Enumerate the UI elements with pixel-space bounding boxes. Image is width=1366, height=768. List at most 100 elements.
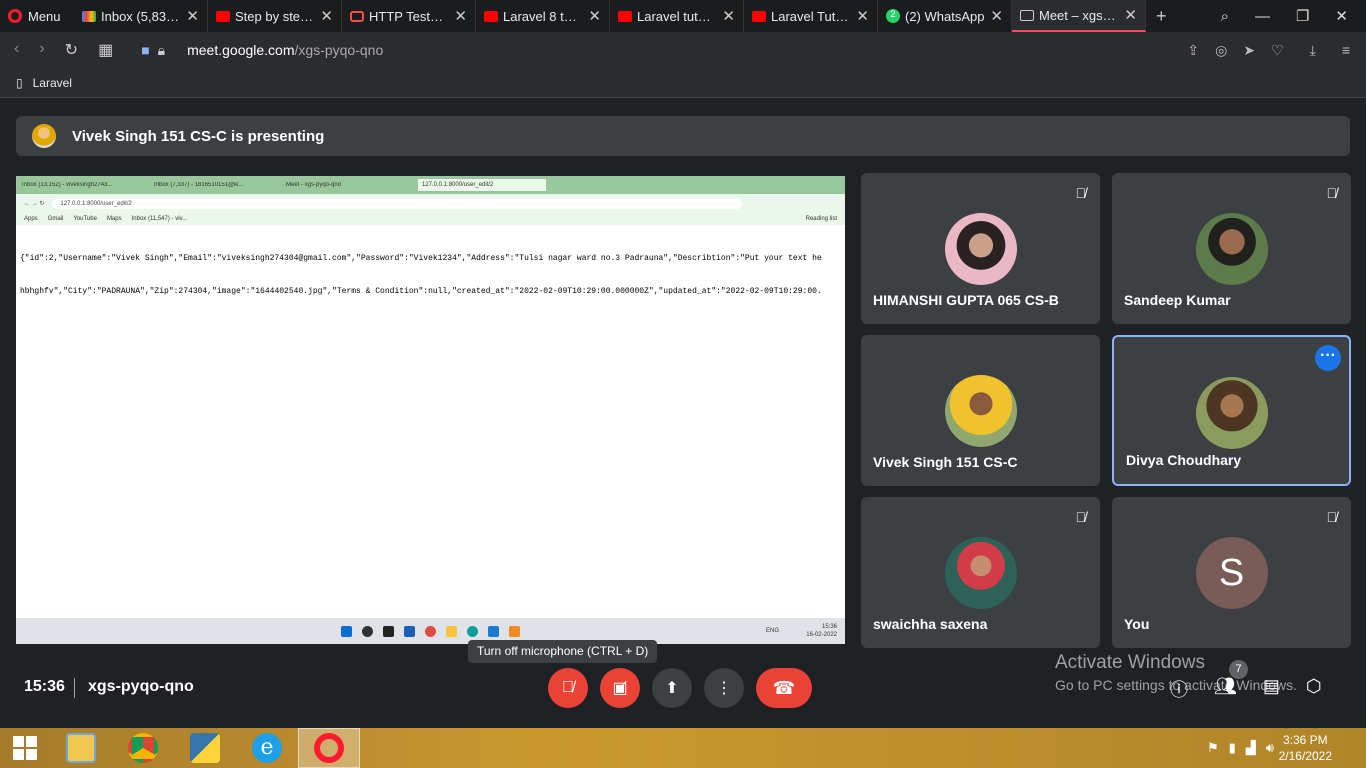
tab-title: Laravel 8 tutori [503, 8, 584, 24]
mic-off-icon: 🎙̸ [1326, 185, 1338, 201]
shared-bookmark: Apps [24, 216, 38, 222]
more-vert-icon: ⋮ [716, 680, 732, 697]
battery-icon[interactable]: ▮ [1229, 740, 1236, 756]
shared-tab: Inbox (13,152) - viveksingh2743... [22, 182, 113, 188]
opera-logo-icon [8, 9, 22, 23]
participant-tile[interactable]: Vivek Singh 151 CS-C [861, 335, 1100, 486]
taskbar-file-explorer[interactable] [50, 728, 112, 768]
close-tab-icon[interactable]: ✕ [856, 7, 869, 25]
close-tab-icon[interactable]: ✕ [454, 7, 467, 25]
participant-name: Divya Choudhary [1126, 452, 1242, 468]
taskbar-opera[interactable] [298, 728, 360, 768]
taskbar-internet-explorer[interactable]: e [236, 728, 298, 768]
close-tab-icon[interactable]: ✕ [320, 7, 333, 25]
speed-dial-icon[interactable]: ▦ [98, 40, 113, 60]
shared-screen: Inbox (13,152) - viveksingh2743... Inbox… [16, 176, 845, 644]
start-button[interactable] [0, 728, 50, 768]
new-tab-icon[interactable]: + [1156, 6, 1167, 27]
close-window-icon[interactable]: ✕ [1335, 7, 1348, 25]
address-bar-actions: ⇪ ◎ ➤ ♡ ⤓ ≡ [1187, 42, 1350, 59]
minimize-icon[interactable]: — [1255, 8, 1270, 25]
close-tab-icon[interactable]: ✕ [588, 7, 601, 25]
shared-taskbar: ENG 15:36 16-02-2022 [16, 618, 845, 644]
tab-gmail-inbox[interactable]: Inbox (5,839) - ✕ [74, 0, 208, 32]
shared-tab-active: 127.0.0.1:8000/user_edit/2 [418, 179, 546, 191]
network-icon[interactable]: ▟ [1246, 740, 1256, 756]
url-path: /xgs-pyqo-qno [294, 42, 384, 58]
lock-icon[interactable]: 🔒︎ [158, 42, 165, 59]
shared-url-bar: ← → ↻ 127.0.0.1:8000/user_edit/2 [16, 194, 845, 213]
taskbar-chrome[interactable] [112, 728, 174, 768]
call-end-icon: ☎ [772, 677, 796, 698]
search-tabs-icon[interactable]: ⌕ [1221, 8, 1229, 25]
taskbar-python[interactable] [174, 728, 236, 768]
tab-youtube-3[interactable]: Laravel tutorial ✕ [610, 0, 744, 32]
chrome-icon [128, 733, 158, 763]
close-tab-icon[interactable]: ✕ [990, 7, 1003, 25]
back-icon[interactable]: ‹ [14, 40, 19, 60]
shared-url: 127.0.0.1:8000/user_edit/2 [52, 198, 743, 209]
opera-menu-button[interactable]: Menu [0, 0, 74, 32]
snapshot-icon[interactable]: ◎ [1215, 42, 1227, 59]
restore-icon[interactable]: ❐ [1296, 7, 1309, 25]
reload-icon[interactable]: ↻ [65, 40, 78, 60]
leave-call-button[interactable]: ☎ [756, 668, 812, 708]
tab-youtube-1[interactable]: Step by step le ✕ [208, 0, 342, 32]
address-bar: ‹ › ↻ ▦ ■ 🔒︎ meet.google.com/xgs-pyqo-qn… [0, 32, 1366, 68]
activities-icon[interactable]: ⬡ [1306, 676, 1322, 702]
volume-icon[interactable]: 🔊︎ [1266, 740, 1274, 756]
people-icon[interactable]: 👥︎ [1214, 676, 1237, 702]
participant-tile[interactable]: 🎙̸ Sandeep Kumar [1112, 173, 1351, 324]
participant-tile[interactable]: 🎙̸ swaichha saxena [861, 497, 1100, 648]
meeting-code: xgs-pyqo-qno [88, 678, 194, 695]
shared-tab: Meet - xgs-pyqo-qno [286, 182, 342, 188]
participant-photo [944, 213, 1017, 285]
tab-whatsapp[interactable]: 2 (2) WhatsApp ✕ [878, 0, 1012, 32]
participant-tile[interactable]: 🎙̸ HIMANSHI GUPTA 065 CS-B [861, 173, 1100, 324]
microphone-toggle-button[interactable]: 🎙̸ [548, 668, 588, 708]
tab-youtube-4[interactable]: Laravel Tutorial ✕ [744, 0, 878, 32]
windows-taskbar: e ⚑ ▮ ▟ 🔊︎ 3:36 PM 2/16/2022 [0, 728, 1366, 768]
shared-bookmark: Gmail [47, 216, 64, 222]
heart-icon[interactable]: ♡ [1271, 42, 1284, 59]
more-options-button[interactable]: ⋮ [704, 668, 744, 708]
tab-youtube-2[interactable]: Laravel 8 tutori ✕ [476, 0, 610, 32]
participant-photo [1195, 377, 1268, 449]
participant-tile-highlighted[interactable]: ··· Divya Choudhary [1112, 335, 1351, 486]
tab-laravel-http-tests[interactable]: HTTP Tests - La ✕ [342, 0, 476, 32]
meeting-details-icon[interactable]: ⓘ [1170, 676, 1188, 702]
camera-permission-icon[interactable]: ■ [141, 42, 149, 58]
send-icon[interactable]: ➤ [1243, 42, 1255, 59]
camera-toggle-button[interactable]: ▣̸ [600, 668, 640, 708]
flag-icon[interactable]: ⚑ [1207, 740, 1219, 756]
xampp-icon [509, 625, 520, 637]
easy-setup-icon[interactable]: ≡ [1342, 42, 1350, 59]
meeting-side-controls: ⓘ 👥︎ ▤ ⬡ [1170, 676, 1322, 702]
close-tab-icon[interactable]: ✕ [722, 7, 735, 25]
chat-icon[interactable]: ▤ [1263, 676, 1280, 702]
system-clock[interactable]: 3:36 PM 2/16/2022 [1279, 732, 1332, 764]
divider [74, 678, 75, 698]
forward-icon[interactable]: › [39, 40, 44, 60]
gmail-icon [82, 10, 96, 22]
share-icon[interactable]: ⇪ [1187, 42, 1199, 59]
download-icon[interactable]: ⤓ [1310, 42, 1316, 59]
internet-explorer-icon: e [252, 733, 282, 763]
url-field[interactable]: meet.google.com/xgs-pyqo-qno [187, 42, 383, 58]
bookmark-laravel[interactable]: Laravel [33, 76, 72, 90]
presenter-avatar [32, 124, 56, 148]
present-now-button[interactable]: ⬆ [652, 668, 692, 708]
opera-icon [314, 733, 344, 763]
participant-photo [944, 375, 1017, 447]
more-options-icon[interactable]: ··· [1315, 345, 1341, 371]
close-tab-icon[interactable]: ✕ [186, 7, 199, 25]
shared-date: 16-02-2022 [806, 632, 837, 638]
self-tile[interactable]: 🎙̸ S You [1112, 497, 1351, 648]
tab-title: Meet – xgs-pyc [1039, 7, 1120, 23]
close-tab-icon[interactable]: ✕ [1124, 6, 1137, 24]
participant-name: swaichha saxena [873, 616, 988, 632]
mic-off-icon: 🎙̸ [562, 679, 574, 696]
tab-meet[interactable]: Meet – xgs-pyc ✕ [1012, 0, 1146, 32]
shared-nav-icons: ← → ↻ [24, 201, 45, 207]
url-domain: meet.google.com [187, 42, 295, 58]
